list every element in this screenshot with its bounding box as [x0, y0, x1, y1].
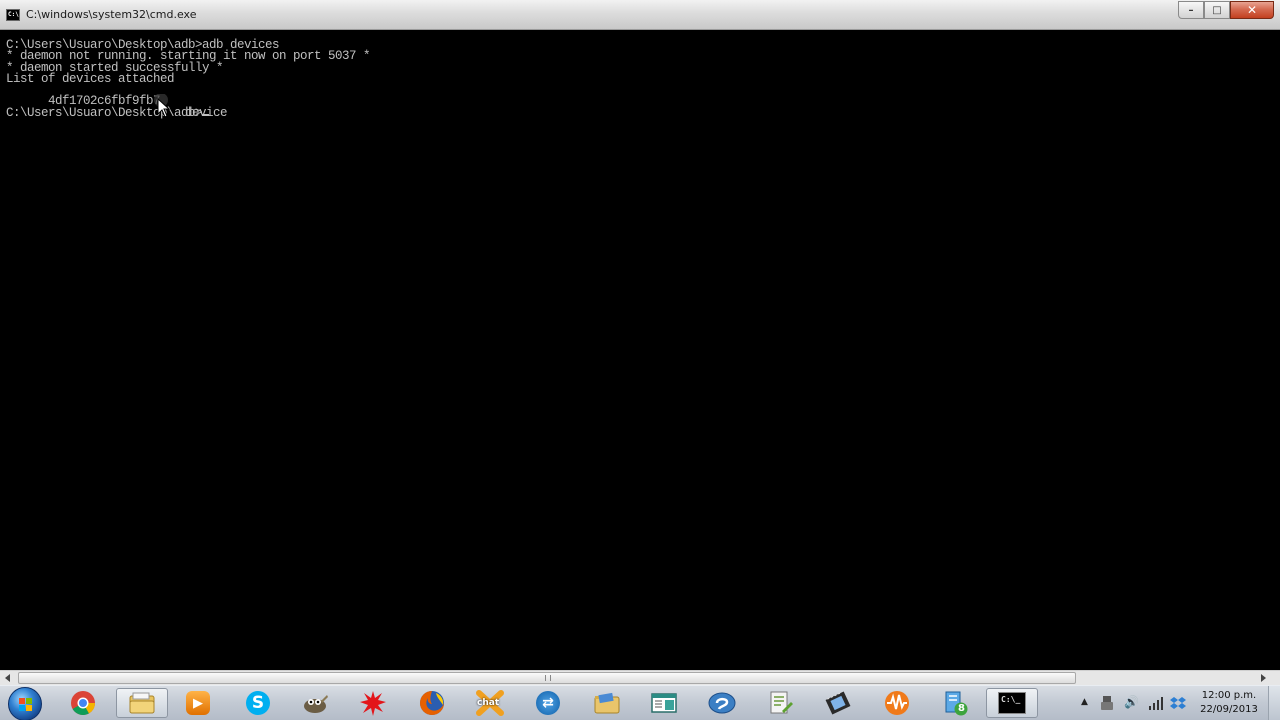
- scrollbar-thumb[interactable]: [18, 672, 1076, 684]
- chat-app-icon: chat: [475, 690, 505, 716]
- messenger-icon: [708, 692, 736, 714]
- console-text: C:\Users\Usuaro\Desktop\adb>adb devices …: [6, 39, 371, 120]
- folder-icon: [594, 692, 620, 714]
- clock-time: 12:00 p.m.: [1201, 690, 1257, 701]
- installer-badge-label: 8: [958, 703, 965, 714]
- dropbox-icon[interactable]: [1170, 695, 1186, 711]
- command-prompt: C:\Users\Usuaro\Desktop\adb>: [6, 105, 203, 120]
- taskbar-file-explorer[interactable]: [116, 688, 168, 718]
- audio-app-icon: [885, 691, 909, 715]
- taskbar-splash-app[interactable]: [357, 689, 389, 717]
- device-state: device: [185, 105, 228, 120]
- taskbar-folder[interactable]: [591, 689, 623, 717]
- taskbar-notepad[interactable]: [764, 689, 796, 717]
- mouse-pointer-icon: [154, 94, 171, 118]
- clock-date: 22/09/2013: [1200, 704, 1258, 715]
- taskbar: ▶ S chat ⇄ 8 C:\_ ▲ 🔊 12:00 p.m. 22/09/2…: [0, 685, 1280, 720]
- minimize-button[interactable]: –: [1178, 1, 1204, 19]
- teamviewer-icon: ⇄: [536, 691, 560, 715]
- video-editor-icon: [825, 691, 851, 715]
- usb-device-icon[interactable]: [1100, 695, 1114, 711]
- horizontal-scrollbar[interactable]: [0, 670, 1280, 685]
- taskbar-media-player[interactable]: ▶: [182, 689, 214, 717]
- start-button[interactable]: [8, 687, 42, 720]
- chat-app-label: chat: [477, 698, 500, 708]
- scroll-right-arrow-icon[interactable]: [1261, 674, 1266, 682]
- taskbar-teamviewer[interactable]: ⇄: [532, 689, 564, 717]
- taskbar-chrome[interactable]: [67, 689, 99, 717]
- cmd-app-icon[interactable]: C:\: [6, 9, 20, 21]
- show-hidden-icons-button[interactable]: ▲: [1081, 697, 1088, 707]
- media-player-icon: ▶: [186, 691, 210, 715]
- window-controls: – □ ✕: [1178, 1, 1274, 19]
- close-button[interactable]: ✕: [1230, 1, 1274, 19]
- taskbar-cmd[interactable]: C:\_: [986, 688, 1038, 718]
- firefox-icon: [420, 691, 444, 715]
- installer-icon: 8: [942, 690, 968, 716]
- splash-app-icon: [360, 691, 386, 716]
- cmd-taskbar-icon: C:\_: [998, 692, 1026, 714]
- console-line: List of devices attached: [6, 71, 175, 86]
- console-output-area[interactable]: C:\Users\Usuaro\Desktop\adb>adb devices …: [0, 30, 1280, 670]
- network-signal-icon[interactable]: [1148, 695, 1164, 711]
- windows-logo-icon: [19, 698, 33, 712]
- file-explorer-icon: [129, 692, 155, 714]
- taskbar-installer[interactable]: 8: [939, 689, 971, 717]
- gimp-icon: [304, 695, 328, 713]
- skype-icon: S: [246, 691, 270, 715]
- taskbar-firefox[interactable]: [416, 689, 448, 717]
- window-title-bar[interactable]: C:\ C:\windows\system32\cmd.exe – □ ✕: [0, 0, 1280, 30]
- volume-icon[interactable]: 🔊: [1124, 695, 1139, 709]
- taskbar-audio-app[interactable]: [881, 689, 913, 717]
- scroll-left-arrow-icon[interactable]: [5, 674, 10, 682]
- taskbar-skype[interactable]: S: [242, 689, 274, 717]
- scrollbar-grip-icon: [545, 675, 551, 681]
- taskbar-clock[interactable]: 12:00 p.m. 22/09/2013: [1196, 689, 1262, 717]
- taskbar-video-editor[interactable]: [822, 689, 854, 717]
- show-desktop-button[interactable]: [1268, 686, 1280, 720]
- window-app-icon: [651, 693, 677, 713]
- chrome-icon: [71, 691, 95, 716]
- device-row: 4df1702c6fbf9fb7 device: [6, 85, 370, 119]
- taskbar-chat-app[interactable]: chat: [474, 689, 506, 717]
- taskbar-gimp[interactable]: [299, 689, 331, 717]
- window-title: C:\windows\system32\cmd.exe: [26, 8, 197, 21]
- maximize-button[interactable]: □: [1204, 1, 1230, 19]
- notepad-icon: [770, 691, 793, 714]
- taskbar-messenger[interactable]: [706, 689, 738, 717]
- taskbar-window-app[interactable]: [648, 689, 680, 717]
